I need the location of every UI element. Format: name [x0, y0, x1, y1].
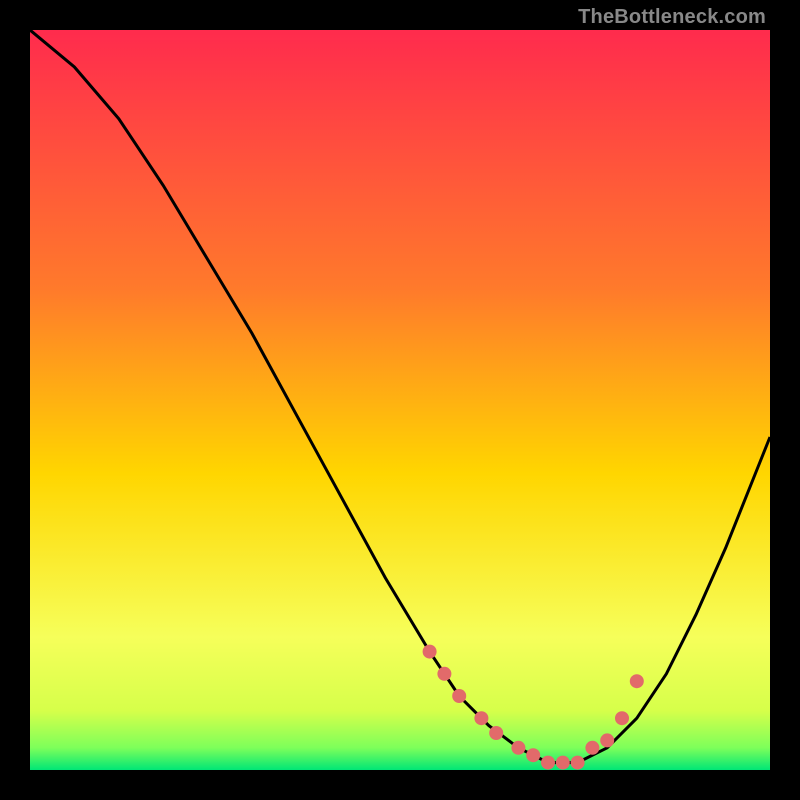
watermark-text: TheBottleneck.com	[578, 6, 766, 29]
gradient-background	[30, 30, 770, 770]
curve-marker-dot	[630, 674, 644, 688]
curve-marker-dot	[423, 645, 437, 659]
curve-marker-dot	[585, 741, 599, 755]
curve-marker-dot	[474, 711, 488, 725]
chart-frame	[30, 30, 770, 770]
bottleneck-chart	[30, 30, 770, 770]
curve-marker-dot	[511, 741, 525, 755]
curve-marker-dot	[541, 756, 555, 770]
curve-marker-dot	[615, 711, 629, 725]
curve-marker-dot	[600, 733, 614, 747]
curve-marker-dot	[571, 756, 585, 770]
curve-marker-dot	[556, 756, 570, 770]
curve-marker-dot	[437, 667, 451, 681]
curve-marker-dot	[452, 689, 466, 703]
curve-marker-dot	[489, 726, 503, 740]
curve-marker-dot	[526, 748, 540, 762]
